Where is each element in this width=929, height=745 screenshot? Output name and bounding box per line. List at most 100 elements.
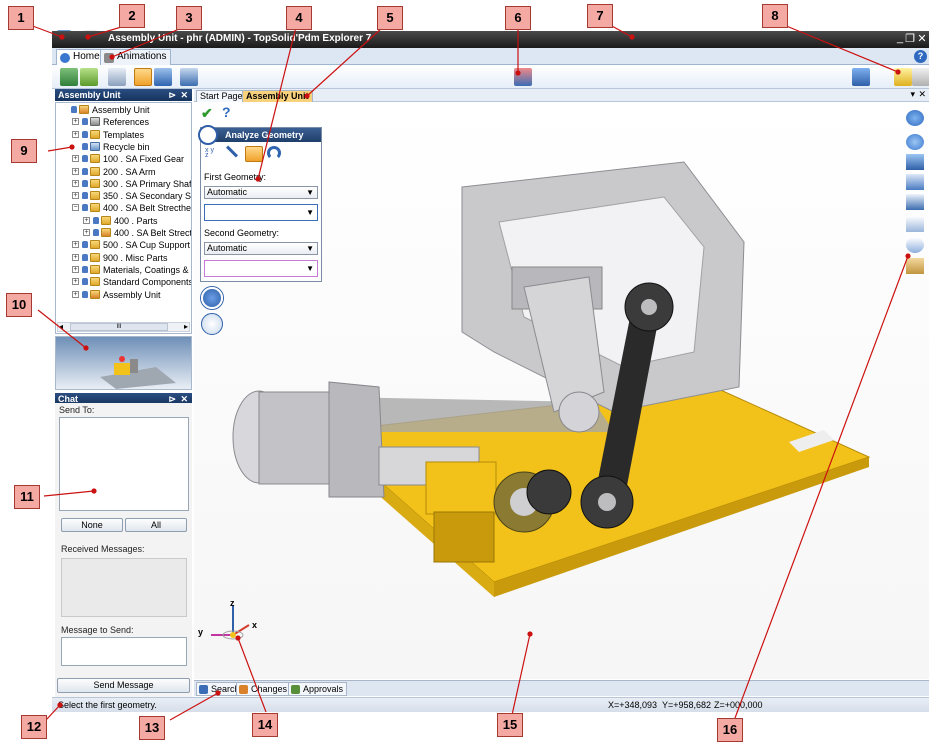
first-geometry-select[interactable]: ▼ (204, 204, 318, 221)
geometry-icon[interactable] (245, 146, 263, 162)
tab-animations[interactable]: Animations (100, 49, 172, 65)
camera-icon[interactable] (906, 154, 924, 170)
message-to-send-label: Message to Send: (61, 625, 134, 635)
tab-changes[interactable]: Changes (236, 682, 292, 696)
x-coordinate: X=+348,093 (608, 700, 658, 710)
options-gear-icon[interactable] (201, 287, 223, 309)
tree-horizontal-scrollbar[interactable]: ◂ III ▸ (57, 322, 190, 332)
scroll-thumb[interactable]: III (70, 323, 168, 331)
panel-close-icon[interactable]: ✕ (180, 89, 188, 101)
pin-icon[interactable]: ⊳ (168, 89, 176, 101)
chevron-down-icon: ▼ (306, 188, 314, 197)
tree-item[interactable]: +350 . SA Secondary Shaft (56, 190, 191, 202)
tab-approvals[interactable]: Approvals (288, 682, 348, 696)
tree-item[interactable]: +900 . Misc Parts (56, 252, 191, 264)
tabs-dropdown-icon[interactable]: ▾ (910, 89, 915, 100)
tree-item[interactable]: Recycle bin (56, 141, 191, 153)
y-coordinate: Y=+958,682 (662, 700, 712, 710)
analyze-dialog-title: Analyze Geometry (201, 128, 321, 142)
tree-item[interactable]: +100 . SA Fixed Gear (56, 153, 191, 165)
report-icon[interactable] (201, 313, 223, 335)
folder-icon (90, 129, 100, 139)
home-icon (60, 53, 70, 63)
folder-icon (90, 191, 100, 201)
all-button[interactable]: All (125, 518, 187, 532)
expand-icon[interactable]: + (72, 278, 79, 286)
expand-icon[interactable]: + (72, 241, 79, 249)
expand-icon[interactable]: + (72, 155, 79, 163)
callout-8: 8 (762, 4, 788, 28)
scroll-right-arrow[interactable]: ▸ (184, 322, 188, 331)
tree-item[interactable]: + References (56, 116, 191, 128)
expand-icon[interactable]: + (83, 216, 90, 224)
document-tab-bar: Start Page Assembly Unit ▾ ✕ (194, 89, 929, 102)
restore-button[interactable]: ❐ (904, 32, 916, 45)
rotate-icon[interactable] (906, 134, 924, 150)
check-out-icon[interactable] (80, 68, 98, 86)
expand-icon[interactable]: + (72, 130, 79, 138)
zoom-fit-icon[interactable] (906, 237, 924, 253)
tree-item[interactable]: +400 . SA Belt Strecther (56, 227, 191, 239)
expand-icon[interactable]: + (83, 229, 90, 236)
filter-icon[interactable] (894, 68, 912, 86)
tree-item[interactable]: +300 . SA Primary Shaft (56, 178, 191, 190)
tree-item[interactable]: − 400 . SA Belt Strecther (56, 202, 191, 214)
measure-icon[interactable] (154, 68, 172, 86)
check-in-icon[interactable] (60, 68, 78, 86)
expand-icon[interactable]: + (72, 290, 79, 298)
view-orient-icon[interactable] (906, 174, 924, 190)
lock-icon (82, 204, 88, 212)
tree-item[interactable]: +400 . Parts (56, 215, 191, 227)
close-button[interactable]: ✕ (916, 32, 928, 45)
second-geometry-select[interactable]: ▼ (204, 260, 318, 277)
scroll-left-arrow[interactable]: ◂ (59, 322, 63, 331)
component-icon[interactable] (906, 258, 924, 274)
filter-options-icon[interactable] (912, 68, 929, 86)
expand-icon[interactable]: + (72, 253, 79, 261)
tree-item[interactable]: +200 . SA Arm (56, 166, 191, 178)
line-icon[interactable] (225, 145, 239, 158)
first-geometry-mode-select[interactable]: Automatic ▼ (204, 186, 318, 199)
analyze-geometry-icon[interactable] (134, 68, 152, 86)
tree-item[interactable]: + Materials, Coatings & Text (56, 264, 191, 276)
display-mode-icon[interactable] (852, 68, 870, 86)
ok-icon[interactable]: ✔ (201, 105, 213, 122)
tree-item[interactable]: + Templates (56, 129, 191, 141)
send-to-list[interactable] (59, 417, 189, 511)
axis-x-label: x (252, 620, 258, 630)
none-button[interactable]: None (61, 518, 123, 532)
expand-icon[interactable]: + (72, 167, 79, 175)
tab-home[interactable]: Home (56, 49, 105, 65)
callout-11: 11 (14, 485, 40, 509)
expand-icon[interactable]: + (72, 192, 79, 200)
help-button[interactable]: ? (914, 50, 927, 63)
collapse-icon[interactable]: − (72, 204, 79, 212)
properties-icon[interactable] (180, 68, 198, 86)
arc-icon[interactable] (267, 146, 281, 160)
tree-item[interactable]: + Assembly Unit (56, 289, 191, 301)
tree-item[interactable]: + Standard Components (56, 276, 191, 288)
lock-icon (82, 290, 88, 298)
tree-item[interactable]: +500 . SA Cup Support (56, 239, 191, 251)
tab-start-page[interactable]: Start Page (196, 90, 247, 102)
second-geometry-mode-select[interactable]: Automatic ▼ (204, 242, 318, 255)
expand-icon[interactable]: + (72, 265, 79, 273)
tree-item-label: Assembly Unit (92, 105, 150, 115)
point-list-icon[interactable]: x y z (205, 147, 217, 162)
tree-item-label: 500 . SA Cup Support (103, 240, 191, 251)
message-input[interactable] (61, 637, 187, 666)
tab-assembly-unit[interactable]: Assembly Unit (242, 90, 313, 102)
display-icon[interactable] (906, 194, 924, 210)
tree-item[interactable]: Assembly Unit (56, 104, 191, 116)
expand-icon[interactable]: + (72, 118, 79, 126)
dialog-help-icon[interactable]: ? (222, 104, 231, 120)
zoom-window-icon[interactable] (906, 216, 924, 232)
send-message-button[interactable]: Send Message (57, 678, 190, 693)
doc-close-icon[interactable]: ✕ (918, 89, 926, 100)
expand-icon[interactable]: + (72, 179, 79, 187)
pan-icon[interactable] (906, 110, 924, 126)
print-icon[interactable] (108, 68, 126, 86)
tab-approvals-label: Approvals (303, 684, 344, 694)
cube-view-icon[interactable] (514, 68, 532, 86)
lock-icon (82, 278, 88, 286)
